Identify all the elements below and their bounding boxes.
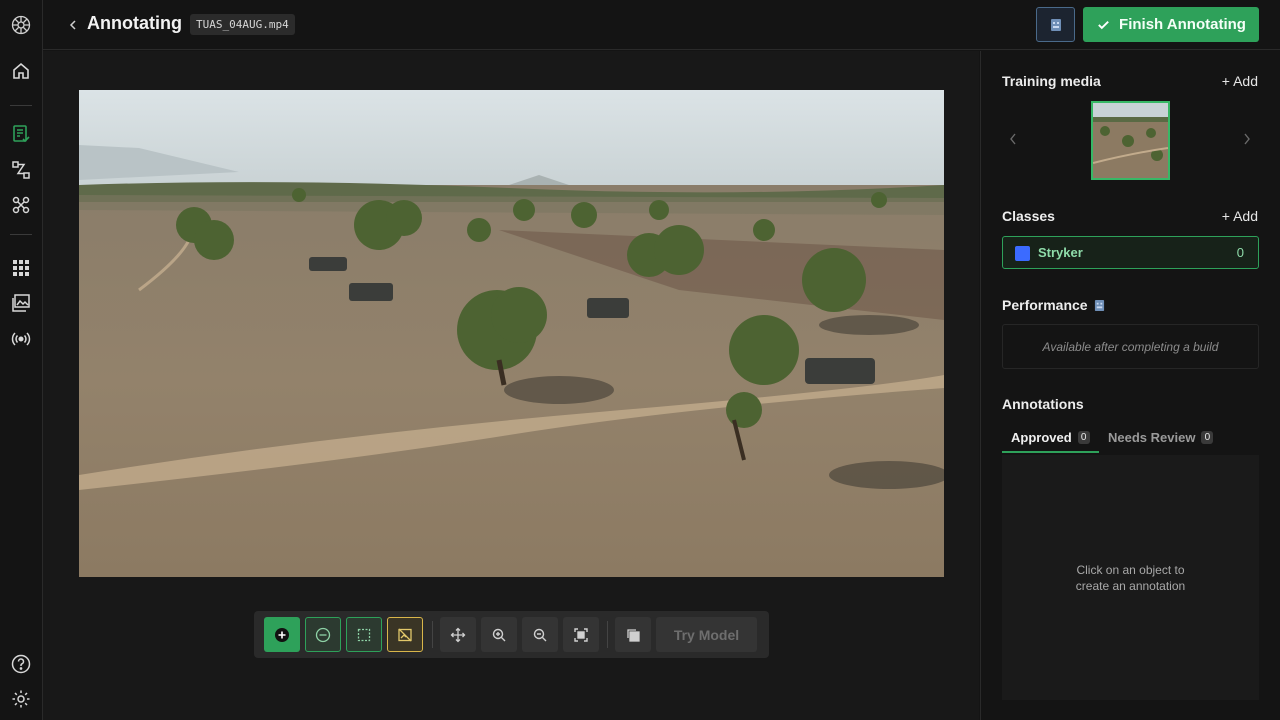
try-model-button[interactable]: Try Model [656,617,757,652]
dashed-box-icon [357,628,371,641]
top-bar: Annotating TUAS_04AUG.mp4 Finish Annotat… [43,0,1280,50]
logo-icon[interactable] [10,14,32,36]
annotation-canvas: Try Model [43,51,979,720]
class-name: Stryker [1038,245,1083,260]
apps-icon[interactable] [10,257,32,279]
right-panel: Training media + Add Classes + Add Stryk… [980,51,1280,720]
minus-circle-icon [315,627,331,642]
video-frame[interactable] [79,90,944,577]
fit-screen-icon [574,627,588,642]
copy-annotations-button[interactable] [615,617,651,652]
chevron-right-icon[interactable] [1242,131,1252,152]
tab-count-badge: 0 [1077,431,1090,444]
nav-rail [0,0,43,720]
annotations-empty-text: Click on an object to create an annotati… [1075,562,1186,593]
page-title: Annotating [87,13,182,33]
file-name-chip: TUAS_04AUG.mp4 [190,14,295,35]
training-media-title: Training media [1002,73,1101,89]
zoom-in-button[interactable] [481,617,517,652]
tab-label: Approved [1011,430,1072,445]
annotations-title: Annotations [1002,396,1084,412]
add-class-button[interactable]: + Add [1222,208,1258,224]
gallery-icon[interactable] [10,292,32,314]
finish-annotating-label: Finish Annotating [1119,16,1246,33]
help-icon[interactable] [10,653,32,675]
class-color-swatch [1015,246,1030,261]
performance-placeholder: Available after completing a build [1002,324,1259,369]
tab-approved[interactable]: Approved 0 [1002,430,1099,453]
rail-divider [10,234,32,235]
app-window: Annotating TUAS_04AUG.mp4 Finish Annotat… [0,0,1280,720]
pan-button[interactable] [440,617,476,652]
tab-count-badge: 0 [1201,431,1214,444]
copy-icon [627,628,640,642]
performance-header: Performance [1002,297,1105,313]
remove-point-button[interactable] [305,617,341,652]
annotate-icon[interactable] [10,159,32,181]
plus-circle-icon [275,627,289,642]
finish-annotating-button[interactable]: Finish Annotating [1083,7,1259,42]
annotation-toolbar: Try Model [254,611,769,658]
models-icon[interactable] [10,194,32,216]
zoom-out-button[interactable] [522,617,558,652]
robot-icon [1094,299,1104,311]
model-status-button[interactable] [1036,7,1075,42]
move-icon [450,627,466,642]
image-off-icon [398,628,412,641]
settings-icon[interactable] [10,688,32,710]
toolbar-divider [607,621,608,648]
tab-needs-review[interactable]: Needs Review 0 [1108,430,1214,453]
home-icon[interactable] [10,60,32,82]
fit-screen-button[interactable] [563,617,599,652]
box-select-button[interactable] [346,617,382,652]
tab-label: Needs Review [1108,430,1196,445]
training-media-thumbnail[interactable] [1091,101,1170,180]
toolbar-divider [432,621,433,648]
chevron-left-icon[interactable] [1008,131,1018,152]
add-training-media-button[interactable]: + Add [1222,73,1258,89]
class-item-stryker[interactable]: Stryker 0 [1002,236,1259,269]
add-point-button[interactable] [264,617,300,652]
annotation-tabs: Approved 0 Needs Review 0 [1002,430,1259,453]
annotations-empty-state: Click on an object to create an annotati… [1002,455,1259,700]
classes-title: Classes [1002,208,1055,224]
clear-mask-button[interactable] [387,617,423,652]
zoom-out-icon [533,628,547,641]
stream-icon[interactable] [10,328,32,350]
class-count: 0 [1236,245,1244,260]
rail-divider [10,105,32,106]
performance-title: Performance [1002,297,1088,313]
zoom-in-icon [492,628,506,641]
dataset-icon[interactable] [10,123,32,145]
check-icon [1098,21,1109,30]
robot-icon [1050,18,1061,31]
back-chevron-icon[interactable] [65,15,81,35]
